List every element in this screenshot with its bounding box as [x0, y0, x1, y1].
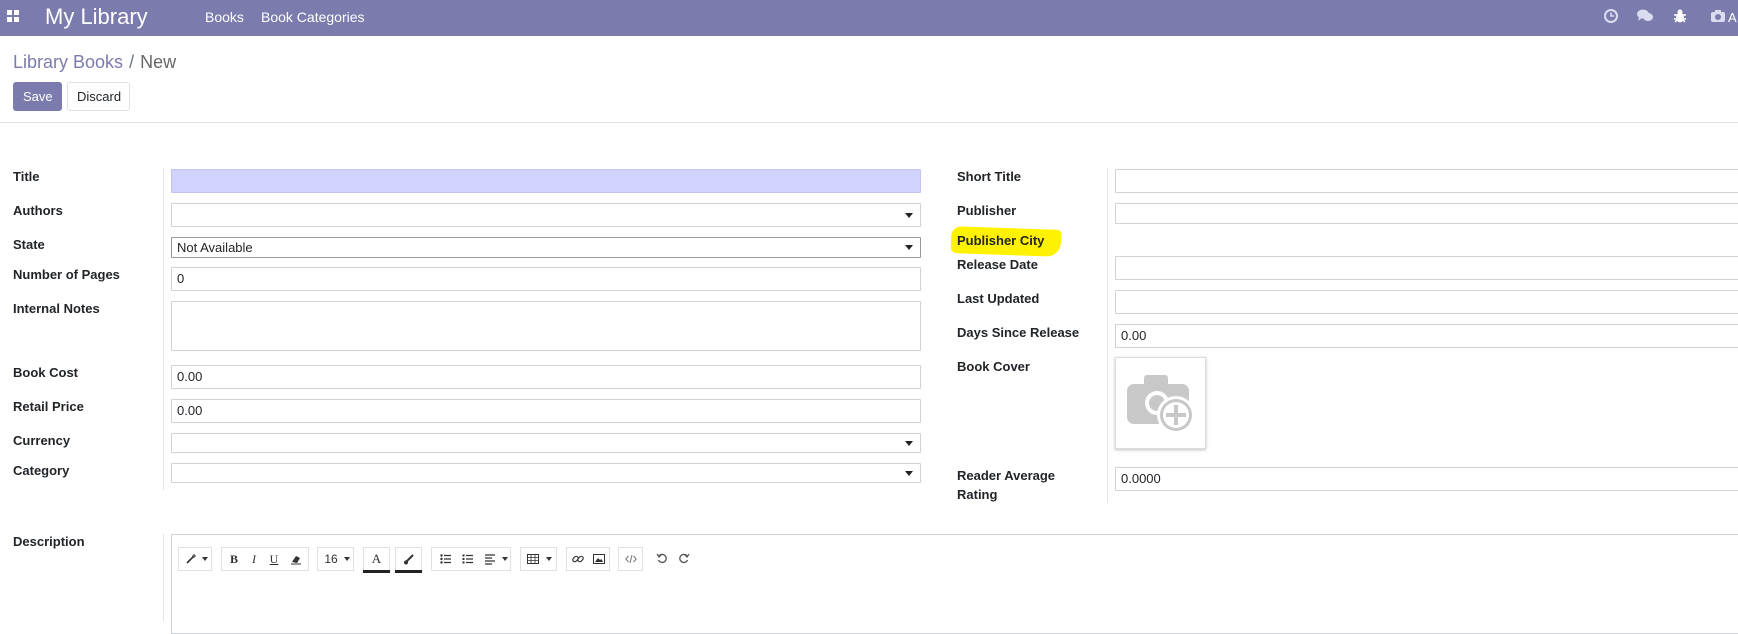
camera-add-icon [1127, 375, 1195, 434]
link-icon[interactable] [568, 548, 588, 570]
app-brand[interactable]: My Library [45, 4, 148, 30]
state-label: State [13, 237, 45, 252]
save-button[interactable]: Save [13, 82, 62, 111]
undo-icon[interactable] [656, 552, 668, 567]
cost-label: Book Cost [13, 365, 78, 380]
authors-select[interactable] [171, 203, 921, 227]
last-updated-label: Last Updated [957, 291, 1040, 306]
font-size-dropdown[interactable]: 16 [317, 547, 354, 571]
retail-label: Retail Price [13, 399, 84, 414]
publisher-label: Publisher [957, 203, 1017, 218]
redo-icon[interactable] [678, 552, 690, 567]
chevron-down-icon [905, 245, 913, 250]
bold-icon[interactable]: B [224, 548, 244, 570]
discard-button[interactable]: Discard [67, 82, 130, 111]
category-select[interactable] [171, 463, 921, 483]
chevron-down-icon [546, 557, 552, 561]
state-value: Not Available [177, 240, 253, 255]
currency-select[interactable] [171, 433, 921, 453]
table-icon [525, 548, 541, 570]
breadcrumb-current: New [140, 52, 177, 72]
chevron-down-icon [905, 471, 913, 476]
editor-toolbar: B I U 16 A [172, 535, 1738, 579]
ordered-list-icon[interactable] [458, 548, 478, 570]
top-navbar: My Library Books Book Categories A [0, 0, 1738, 36]
camera-icon[interactable] [1710, 8, 1728, 26]
apps-grid-icon[interactable] [7, 10, 19, 22]
font-size-value: 16 [324, 552, 338, 566]
breadcrumb-library-books[interactable]: Library Books [13, 52, 123, 72]
magic-wand-icon [184, 548, 198, 570]
breadcrumb-separator: / [129, 52, 135, 72]
reader-rating-label-line2: Rating [957, 487, 998, 502]
chevron-down-icon [502, 557, 508, 561]
clock-icon[interactable] [1603, 8, 1621, 26]
title-label: Title [13, 169, 40, 184]
chat-icon[interactable] [1636, 8, 1654, 26]
unordered-list-icon[interactable] [436, 548, 456, 570]
chevron-down-icon [905, 441, 913, 446]
title-input[interactable] [171, 169, 921, 193]
insert-group [566, 547, 610, 571]
days-since-release-label: Days Since Release [957, 325, 1080, 340]
notes-textarea[interactable] [171, 301, 921, 351]
underline-icon[interactable]: U [264, 548, 284, 570]
italic-icon[interactable]: I [244, 548, 264, 570]
table-dropdown[interactable] [520, 547, 557, 571]
short-title-label: Short Title [957, 169, 1022, 184]
notes-label: Internal Notes [13, 301, 100, 316]
code-icon [619, 548, 642, 570]
background-color-button[interactable] [395, 547, 422, 573]
reader-rating-label-line1: Reader Average [957, 468, 1056, 483]
font-color-button[interactable]: A [363, 547, 390, 573]
reader-rating-label: Reader Average Rating [957, 466, 1055, 504]
background-color-bar [395, 570, 422, 573]
release-date-label: Release Date [957, 257, 1038, 272]
chevron-down-icon [344, 557, 350, 561]
user-menu[interactable]: A [1728, 10, 1737, 25]
authors-label: Authors [13, 203, 63, 218]
currency-label: Currency [13, 433, 71, 448]
font-color-bar [363, 570, 390, 573]
align-icon[interactable] [480, 548, 500, 570]
days-since-release-input[interactable]: 0.00 [1115, 324, 1738, 348]
right-label-divider [1107, 168, 1108, 503]
state-select[interactable]: Not Available [171, 237, 921, 258]
bug-icon[interactable] [1672, 8, 1690, 26]
control-panel: Library Books / New Save Discard [0, 36, 1738, 123]
publisher-input[interactable] [1115, 203, 1738, 224]
breadcrumb: Library Books / New [13, 52, 176, 73]
menu-books[interactable]: Books [205, 9, 244, 25]
menu-book-categories[interactable]: Book Categories [261, 9, 365, 25]
eraser-icon[interactable] [285, 548, 307, 570]
pages-input[interactable]: 0 [171, 267, 921, 291]
last-updated-input[interactable] [1115, 290, 1738, 314]
release-date-input[interactable] [1115, 256, 1738, 280]
publisher-city-label: Publisher City [957, 233, 1045, 248]
font-color-icon: A [371, 551, 382, 566]
chevron-down-icon [905, 213, 913, 218]
retail-input[interactable]: 0.00 [171, 399, 921, 423]
book-cover-upload[interactable] [1115, 357, 1206, 449]
left-label-divider [163, 168, 164, 490]
book-cover-label: Book Cover [957, 359, 1030, 374]
description-editor[interactable]: B I U 16 A [171, 534, 1738, 634]
code-view-button[interactable] [618, 547, 643, 571]
description-label: Description [13, 534, 85, 549]
image-icon[interactable] [589, 548, 609, 570]
paint-brush-icon [396, 548, 421, 570]
style-dropdown[interactable] [178, 547, 212, 571]
cost-input[interactable]: 0.00 [171, 365, 921, 389]
format-group: B I U [221, 547, 309, 571]
pages-label: Number of Pages [13, 267, 120, 282]
short-title-input[interactable] [1115, 169, 1738, 193]
category-label: Category [13, 463, 70, 478]
description-divider [163, 534, 164, 621]
chevron-down-icon [202, 557, 208, 561]
reader-rating-input[interactable]: 0.0000 [1115, 467, 1738, 491]
paragraph-group [431, 547, 511, 571]
